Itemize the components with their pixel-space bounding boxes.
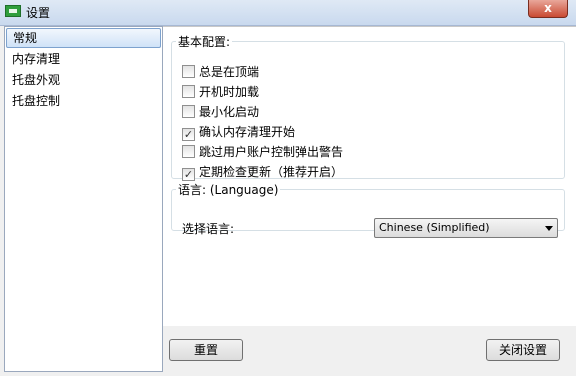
checkbox-start-minimized[interactable] (182, 105, 195, 118)
checkbox-skip-uac[interactable] (182, 145, 195, 158)
option-start-minimized[interactable]: 最小化启动 (182, 104, 259, 120)
option-skip-uac[interactable]: 跳过用户账户控制弹出警告 (182, 144, 343, 160)
nav-item-tray-appearance[interactable]: 托盘外观 (6, 70, 161, 90)
language-select-value: Chinese (Simplified) (379, 221, 490, 234)
checkbox-confirm-clean[interactable] (182, 128, 195, 141)
settings-nav: 常规 内存清理 托盘外观 托盘控制 (4, 26, 163, 372)
option-label: 确认内存清理开始 (199, 125, 296, 139)
nav-item-general[interactable]: 常规 (6, 28, 161, 48)
option-label: 定期检查更新（推荐开启） (199, 165, 344, 179)
title-bar: 设置 x (0, 0, 576, 26)
option-label: 最小化启动 (199, 105, 260, 119)
option-check-updates[interactable]: 定期检查更新（推荐开启） (182, 164, 344, 181)
reset-button[interactable]: 重置 (169, 339, 243, 361)
checkbox-always-on-top[interactable] (182, 65, 195, 78)
language-select[interactable]: Chinese (Simplified) (374, 218, 558, 238)
basic-config-legend: 基本配置: (178, 35, 231, 49)
option-always-on-top[interactable]: 总是在顶端 (182, 64, 259, 80)
checkbox-load-on-startup[interactable] (182, 85, 195, 98)
language-select-label: 选择语言: (182, 222, 235, 236)
basic-config-group: 基本配置: 总是在顶端 开机时加载 最小化启动 确认内存清理开始 跳过用户账户控… (171, 33, 565, 181)
nav-item-memory-clean[interactable]: 内存清理 (6, 49, 161, 69)
close-settings-button[interactable]: 关闭设置 (486, 339, 560, 361)
option-confirm-clean[interactable]: 确认内存清理开始 (182, 124, 296, 141)
option-label: 开机时加载 (199, 85, 260, 99)
window-close-button[interactable]: x (528, 0, 568, 18)
settings-panel: 基本配置: 总是在顶端 开机时加载 最小化启动 确认内存清理开始 跳过用户账户控… (163, 26, 576, 326)
checkbox-check-updates[interactable] (182, 168, 195, 181)
language-group: 语言: (Language) 选择语言: Chinese (Simplified… (171, 181, 565, 238)
option-load-on-startup[interactable]: 开机时加载 (182, 84, 259, 100)
nav-item-tray-control[interactable]: 托盘控制 (6, 91, 161, 111)
window-title: 设置 (26, 6, 51, 20)
option-label: 跳过用户账户控制弹出警告 (199, 145, 344, 159)
app-icon (5, 5, 21, 17)
option-label: 总是在顶端 (199, 65, 260, 79)
language-legend: 语言: (Language) (178, 183, 279, 197)
dropdown-arrow-icon (545, 226, 553, 231)
